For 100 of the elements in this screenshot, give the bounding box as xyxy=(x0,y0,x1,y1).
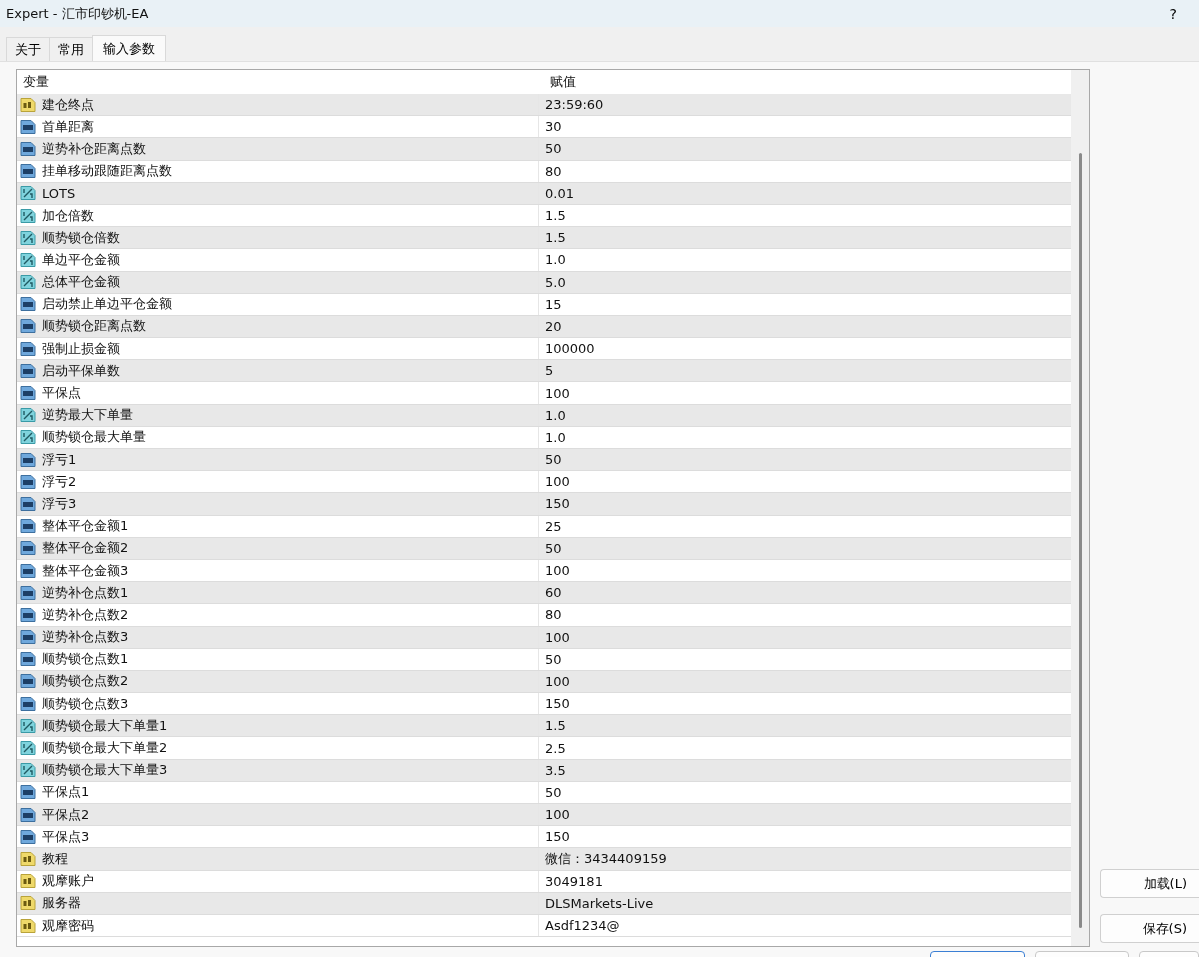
number-type-icon xyxy=(20,784,36,801)
fraction-type-icon xyxy=(20,407,36,424)
text-type-icon xyxy=(20,917,36,934)
parameter-value: Asdf1234@ xyxy=(545,918,620,934)
parameter-name: 浮亏1 xyxy=(42,450,77,469)
parameter-name: 顺势锁仓最大下单量1 xyxy=(42,716,168,735)
text-type-icon xyxy=(20,96,36,113)
parameter-name: 总体平仓金额 xyxy=(42,273,120,292)
parameter-value: 50 xyxy=(545,141,562,157)
number-type-icon xyxy=(20,584,36,601)
parameter-value: 50 xyxy=(545,651,562,667)
parameter-name: 整体平仓金额1 xyxy=(42,517,129,536)
parameter-name: 平保点3 xyxy=(42,827,90,846)
parameter-name: 顺势锁仓点数3 xyxy=(42,694,129,713)
parameter-value: 1.0 xyxy=(545,252,566,268)
parameter-name: 强制止损金额 xyxy=(42,339,120,358)
number-type-icon xyxy=(20,385,36,402)
parameter-name: 服务器 xyxy=(42,894,81,913)
fraction-type-icon xyxy=(20,717,36,734)
tab[interactable]: 输入参数 xyxy=(92,35,166,61)
parameter-value: 1.5 xyxy=(545,718,566,734)
number-type-icon xyxy=(20,518,36,535)
parameter-value: 100 xyxy=(545,629,570,645)
parameter-value: DLSMarkets-Live xyxy=(545,895,654,911)
parameter-name: 顺势锁仓最大下单量3 xyxy=(42,761,168,780)
scrollbar[interactable] xyxy=(1071,70,1089,946)
parameter-name: 顺势锁仓最大下单量2 xyxy=(42,739,168,758)
parameter-name: 启动禁止单边平仓金额 xyxy=(42,295,172,314)
number-type-icon xyxy=(20,340,36,357)
number-type-icon xyxy=(20,606,36,623)
parameter-value: 50 xyxy=(545,452,562,468)
number-type-icon xyxy=(20,695,36,712)
fraction-type-icon xyxy=(20,740,36,757)
parameter-value: 100 xyxy=(545,807,570,823)
parameter-value: 3.5 xyxy=(545,762,566,778)
fraction-type-icon xyxy=(20,762,36,779)
number-type-icon xyxy=(20,296,36,313)
number-type-icon xyxy=(20,562,36,579)
fraction-type-icon xyxy=(20,207,36,224)
parameter-name: 观摩密码 xyxy=(42,916,94,935)
parameter-value: 80 xyxy=(545,607,562,623)
number-type-icon xyxy=(20,495,36,512)
help-button[interactable]: ? xyxy=(1165,5,1181,22)
parameter-value: 2.5 xyxy=(545,740,566,756)
parameter-value: 1.5 xyxy=(545,230,566,246)
parameter-name: 逆势补仓距离点数 xyxy=(42,139,146,158)
number-type-icon xyxy=(20,651,36,668)
side-button[interactable]: 加载(L) xyxy=(1100,869,1199,898)
tab[interactable]: 关于 xyxy=(6,37,50,61)
text-type-icon xyxy=(20,873,36,890)
number-type-icon xyxy=(20,118,36,135)
parameter-value: 微信：3434409159 xyxy=(545,849,667,868)
number-type-icon xyxy=(20,318,36,335)
parameter-value: 3049181 xyxy=(545,873,603,889)
parameter-name: 平保点1 xyxy=(42,783,90,802)
number-type-icon xyxy=(20,163,36,180)
parameter-name: 逆势补仓点数1 xyxy=(42,583,129,602)
parameter-value: 5 xyxy=(545,363,554,379)
parameter-value: 1.0 xyxy=(545,429,566,445)
parameter-value: 20 xyxy=(545,318,562,334)
column-header: 赋值 xyxy=(549,73,577,91)
parameter-name: 首单距离 xyxy=(42,117,94,136)
number-type-icon xyxy=(20,451,36,468)
parameter-name: 逆势补仓点数2 xyxy=(42,605,129,624)
number-type-icon xyxy=(20,362,36,379)
text-type-icon xyxy=(20,850,36,867)
text-type-icon xyxy=(20,895,36,912)
parameter-name: 平保点2 xyxy=(42,805,90,824)
parameter-value: 1.0 xyxy=(545,407,566,423)
parameter-value: 100 xyxy=(545,563,570,579)
number-type-icon xyxy=(20,806,36,823)
parameter-name: 建仓终点 xyxy=(42,95,94,114)
parameter-value: 50 xyxy=(545,540,562,556)
side-button[interactable]: 保存(S) xyxy=(1100,914,1199,943)
parameter-name: 整体平仓金额3 xyxy=(42,561,129,580)
parameter-name: 加仓倍数 xyxy=(42,206,94,225)
column-header: 变量 xyxy=(22,73,50,91)
parameter-value: 5.0 xyxy=(545,274,566,290)
fraction-type-icon xyxy=(20,229,36,246)
parameter-name: 浮亏2 xyxy=(42,472,77,491)
parameter-value: 1.5 xyxy=(545,208,566,224)
parameter-value: 60 xyxy=(545,585,562,601)
parameter-value: 23:59:60 xyxy=(545,97,604,113)
parameter-value: 100 xyxy=(545,474,570,490)
parameter-value: 30 xyxy=(545,119,562,135)
parameter-value: 80 xyxy=(545,163,562,179)
parameter-name: 顺势锁仓最大单量 xyxy=(42,428,146,447)
fraction-type-icon xyxy=(20,274,36,291)
parameter-value: 150 xyxy=(545,496,570,512)
parameter-name: 观摩账户 xyxy=(42,872,94,891)
parameter-name: 浮亏3 xyxy=(42,494,77,513)
scrollbar-thumb[interactable] xyxy=(1079,153,1082,928)
parameter-value: 15 xyxy=(545,296,562,312)
number-type-icon xyxy=(20,540,36,557)
number-type-icon xyxy=(20,828,36,845)
parameter-value: 50 xyxy=(545,784,562,800)
parameter-value: 0.01 xyxy=(545,185,574,201)
parameter-name: 整体平仓金额2 xyxy=(42,539,129,558)
parameter-value: 100 xyxy=(545,673,570,689)
parameter-name: 顺势锁仓距离点数 xyxy=(42,317,146,336)
